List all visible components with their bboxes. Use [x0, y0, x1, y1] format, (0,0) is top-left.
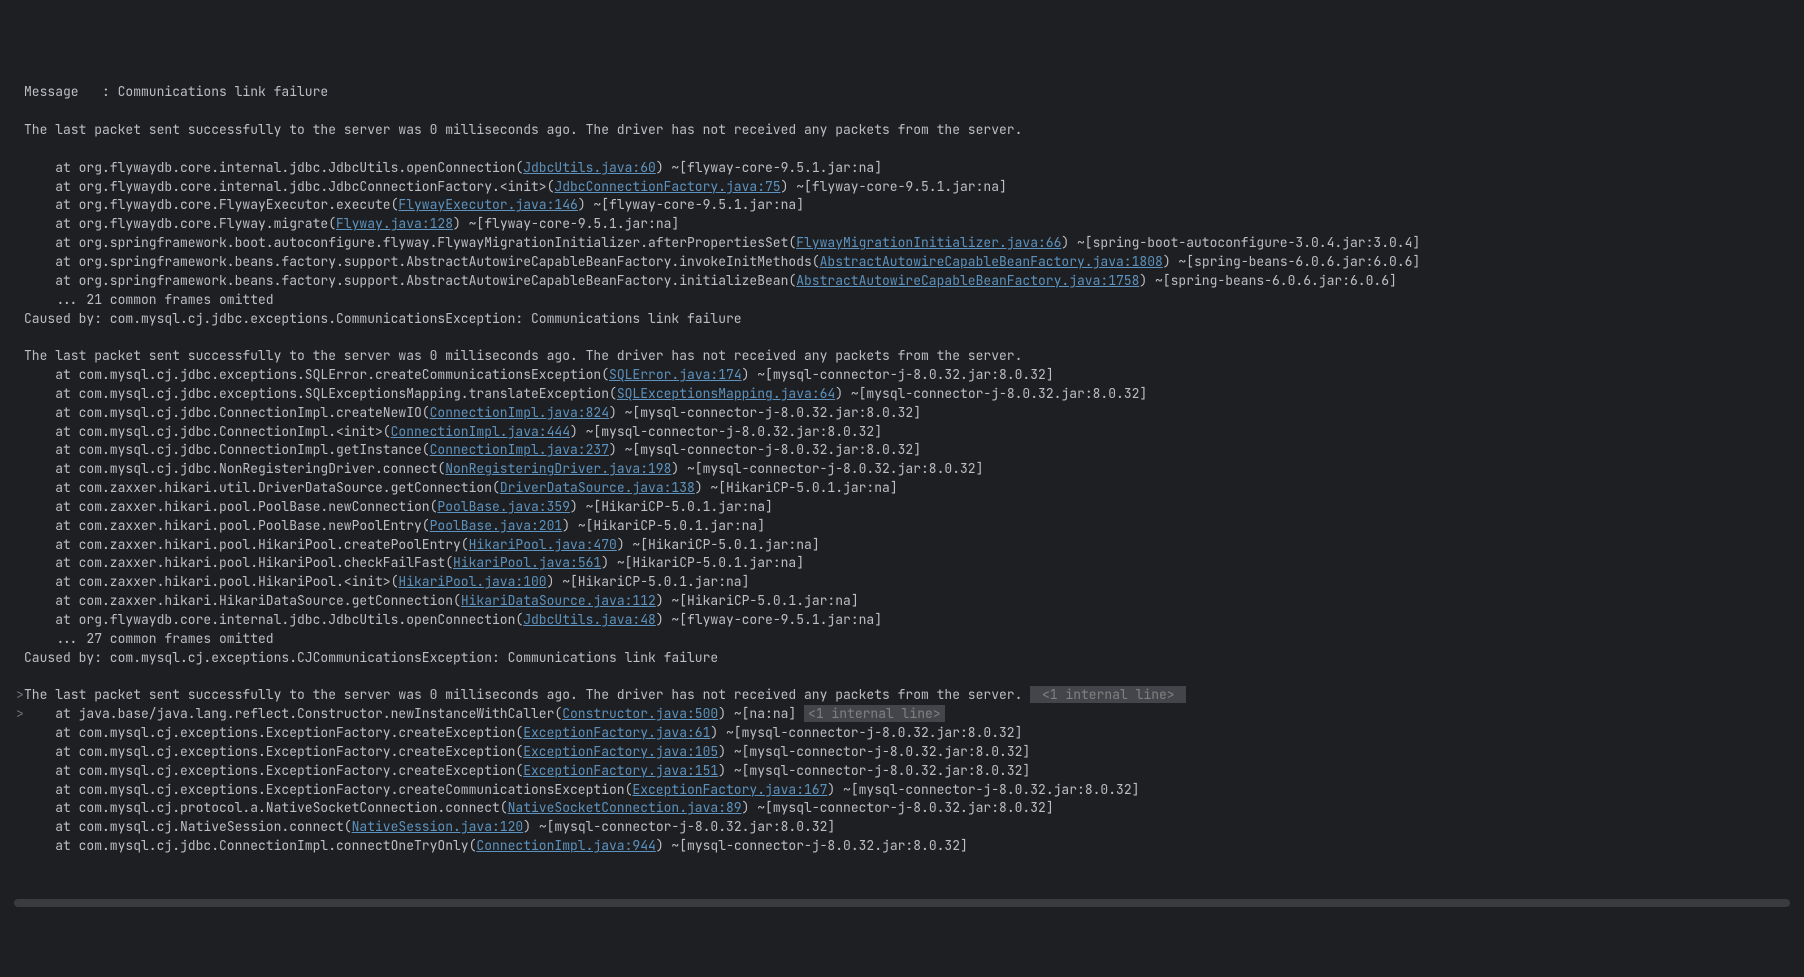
caused-by: Caused by: com.mysql.cj.exceptions.CJCom…: [16, 649, 1788, 668]
packet-message: The last packet sent successfully to the…: [16, 347, 1788, 366]
stack-frame: at com.mysql.cj.exceptions.ExceptionFact…: [16, 762, 1788, 781]
chevron-right-icon[interactable]: >: [16, 705, 24, 724]
packet-message-expandable: >The last packet sent successfully to th…: [16, 686, 1788, 705]
stack-frame: at com.mysql.cj.jdbc.ConnectionImpl.<ini…: [16, 423, 1788, 442]
stack-frame: at com.zaxxer.hikari.pool.HikariPool.cre…: [16, 536, 1788, 555]
stack-frame: at org.flywaydb.core.FlywayExecutor.exec…: [16, 196, 1788, 215]
stack-frame: at org.flywaydb.core.Flyway.migrate(Flyw…: [16, 215, 1788, 234]
source-link[interactable]: JdbcUtils.java:60: [523, 159, 656, 176]
stack-frame: at com.mysql.cj.exceptions.ExceptionFact…: [16, 781, 1788, 800]
source-link[interactable]: ConnectionImpl.java:944: [476, 837, 655, 854]
stack-frame: at org.flywaydb.core.internal.jdbc.JdbcC…: [16, 178, 1788, 197]
stack-frame: at com.zaxxer.hikari.pool.HikariPool.<in…: [16, 573, 1788, 592]
stack-frame: at com.mysql.cj.protocol.a.NativeSocketC…: [16, 799, 1788, 818]
stack-frame: at org.flywaydb.core.internal.jdbc.JdbcU…: [16, 611, 1788, 630]
source-link[interactable]: PoolBase.java:201: [430, 517, 563, 534]
source-link[interactable]: ExceptionFactory.java:105: [523, 743, 718, 760]
stack-frame: at org.flywaydb.core.internal.jdbc.JdbcU…: [16, 159, 1788, 178]
source-link[interactable]: NativeSocketConnection.java:89: [508, 799, 742, 816]
stack-frame: at com.mysql.cj.jdbc.ConnectionImpl.getI…: [16, 441, 1788, 460]
source-link[interactable]: NativeSession.java:120: [352, 818, 524, 835]
internal-line-badge[interactable]: <1 internal line>: [1030, 686, 1186, 703]
source-link[interactable]: PoolBase.java:359: [437, 498, 570, 515]
source-link[interactable]: NonRegisteringDriver.java:198: [445, 460, 671, 477]
source-link[interactable]: HikariPool.java:100: [398, 573, 546, 590]
source-link[interactable]: HikariPool.java:470: [469, 536, 617, 553]
source-link[interactable]: Constructor.java:500: [562, 705, 718, 722]
stack-frame: at com.mysql.cj.jdbc.exceptions.SQLExcep…: [16, 385, 1788, 404]
source-link[interactable]: ConnectionImpl.java:237: [430, 441, 609, 458]
frames-omitted: ... 21 common frames omitted: [16, 291, 1788, 310]
horizontal-scrollbar[interactable]: [14, 899, 1790, 907]
stack-frame: at org.springframework.beans.factory.sup…: [16, 272, 1788, 291]
stack-frame: > at java.base/java.lang.reflect.Constru…: [16, 705, 1788, 724]
stack-frame: at com.mysql.cj.exceptions.ExceptionFact…: [16, 743, 1788, 762]
message-line: Message : Communications link failure: [16, 83, 1788, 102]
source-link[interactable]: DriverDataSource.java:138: [500, 479, 695, 496]
stack-frame: at com.zaxxer.hikari.util.DriverDataSour…: [16, 479, 1788, 498]
packet-message: The last packet sent successfully to the…: [16, 121, 1788, 140]
source-link[interactable]: SQLExceptionsMapping.java:64: [617, 385, 835, 402]
source-link[interactable]: JdbcConnectionFactory.java:75: [554, 178, 780, 195]
stack-frame: at com.zaxxer.hikari.pool.HikariPool.che…: [16, 554, 1788, 573]
source-link[interactable]: AbstractAutowireCapableBeanFactory.java:…: [796, 272, 1139, 289]
stack-frame: at com.mysql.cj.jdbc.ConnectionImpl.conn…: [16, 837, 1788, 856]
internal-line-badge[interactable]: <1 internal line>: [804, 705, 945, 722]
stack-frame: at com.mysql.cj.jdbc.ConnectionImpl.crea…: [16, 404, 1788, 423]
stack-frame: at org.springframework.beans.factory.sup…: [16, 253, 1788, 272]
stack-frame: at com.zaxxer.hikari.pool.PoolBase.newPo…: [16, 517, 1788, 536]
chevron-right-icon[interactable]: >: [16, 686, 24, 705]
source-link[interactable]: ExceptionFactory.java:61: [523, 724, 710, 741]
stack-frame: at com.mysql.cj.jdbc.exceptions.SQLError…: [16, 366, 1788, 385]
stack-frame: at com.zaxxer.hikari.HikariDataSource.ge…: [16, 592, 1788, 611]
source-link[interactable]: FlywayExecutor.java:146: [398, 196, 577, 213]
stack-frame: at com.mysql.cj.NativeSession.connect(Na…: [16, 818, 1788, 837]
stack-frame: at com.mysql.cj.jdbc.NonRegisteringDrive…: [16, 460, 1788, 479]
stack-frame: at com.zaxxer.hikari.pool.PoolBase.newCo…: [16, 498, 1788, 517]
source-link[interactable]: HikariPool.java:561: [453, 554, 601, 571]
source-link[interactable]: Flyway.java:128: [336, 215, 453, 232]
log-line: [16, 328, 1788, 347]
source-link[interactable]: JdbcUtils.java:48: [523, 611, 656, 628]
source-link[interactable]: AbstractAutowireCapableBeanFactory.java:…: [820, 253, 1163, 270]
source-link[interactable]: ConnectionImpl.java:444: [391, 423, 570, 440]
caused-by: Caused by: com.mysql.cj.jdbc.exceptions.…: [16, 310, 1788, 329]
source-link[interactable]: ExceptionFactory.java:151: [523, 762, 718, 779]
console-output: Message : Communications link failure Th…: [16, 83, 1788, 856]
stack-frame: at org.springframework.boot.autoconfigur…: [16, 234, 1788, 253]
source-link[interactable]: HikariDataSource.java:112: [461, 592, 656, 609]
source-link[interactable]: ConnectionImpl.java:824: [430, 404, 609, 421]
log-line: [16, 102, 1788, 121]
source-link[interactable]: SQLError.java:174: [609, 366, 742, 383]
source-link[interactable]: ExceptionFactory.java:167: [632, 781, 827, 798]
frames-omitted: ... 27 common frames omitted: [16, 630, 1788, 649]
source-link[interactable]: FlywayMigrationInitializer.java:66: [796, 234, 1061, 251]
stack-frame: at com.mysql.cj.exceptions.ExceptionFact…: [16, 724, 1788, 743]
log-line: [16, 668, 1788, 687]
log-line: [16, 140, 1788, 159]
